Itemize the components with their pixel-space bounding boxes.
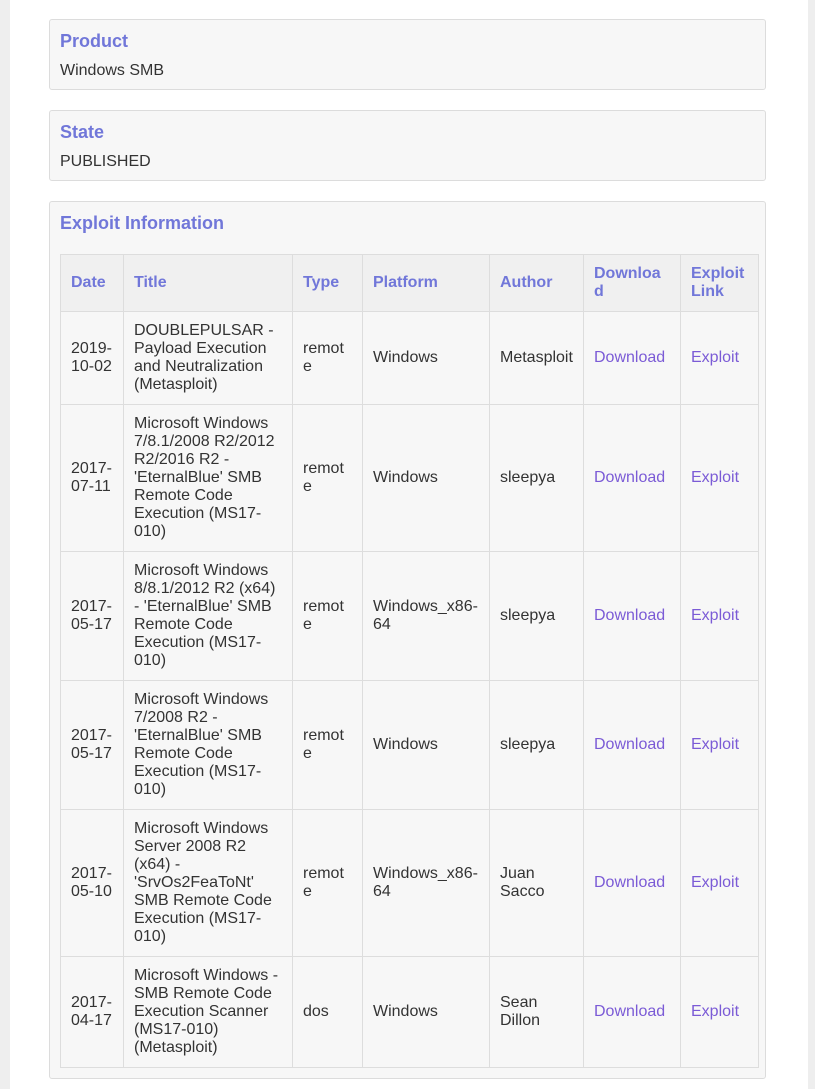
table-row: 2017-05-17 Microsoft Windows 7/2008 R2 -… — [60, 680, 759, 810]
cell-exploit-link: Exploit — [680, 680, 759, 810]
cell-date: 2017-05-17 — [60, 551, 124, 681]
cell-download: Download — [583, 551, 681, 681]
cell-author: Metasploit — [489, 311, 584, 405]
cell-platform: Windows_x86-64 — [362, 809, 490, 957]
column-header-author: Author — [489, 254, 584, 312]
cell-exploit-link: Exploit — [680, 809, 759, 957]
download-link[interactable]: Download — [594, 469, 665, 486]
cell-exploit-link: Exploit — [680, 956, 759, 1068]
exploit-table: Date Title Type Platform Author Download… — [60, 254, 759, 1068]
column-header-date: Date — [60, 254, 124, 312]
cell-type: dos — [292, 956, 363, 1068]
page: Product Windows SMB State PUBLISHED Expl… — [10, 0, 808, 1089]
download-link[interactable]: Download — [594, 349, 665, 366]
download-link[interactable]: Download — [594, 1003, 665, 1020]
cell-date: 2017-04-17 — [60, 956, 124, 1068]
cell-date: 2019-10-02 — [60, 311, 124, 405]
exploit-link[interactable]: Exploit — [691, 349, 739, 366]
cell-author: Sean Dillon — [489, 956, 584, 1068]
cell-type: remote — [292, 551, 363, 681]
table-row: 2017-07-11 Microsoft Windows 7/8.1/2008 … — [60, 404, 759, 552]
column-header-title: Title — [123, 254, 293, 312]
exploit-link[interactable]: Exploit — [691, 607, 739, 624]
cell-platform: Windows — [362, 311, 490, 405]
cell-download: Download — [583, 809, 681, 957]
cell-download: Download — [583, 404, 681, 552]
table-row: 2017-05-17 Microsoft Windows 8/8.1/2012 … — [60, 551, 759, 681]
state-heading: State — [60, 122, 105, 142]
exploit-link[interactable]: Exploit — [691, 736, 739, 753]
cell-type: remote — [292, 680, 363, 810]
cell-exploit-link: Exploit — [680, 311, 759, 405]
cell-download: Download — [583, 311, 681, 405]
table-row: 2017-05-10 Microsoft Windows Server 2008… — [60, 809, 759, 957]
cell-type: remote — [292, 809, 363, 957]
cell-platform: Windows — [362, 404, 490, 552]
download-link[interactable]: Download — [594, 607, 665, 624]
cell-platform: Windows — [362, 680, 490, 810]
exploit-link[interactable]: Exploit — [691, 1003, 739, 1020]
table-row: 2019-10-02 DOUBLEPULSAR - Payload Execut… — [60, 311, 759, 405]
column-header-download: Download — [583, 254, 681, 312]
cell-exploit-link: Exploit — [680, 551, 759, 681]
column-header-platform: Platform — [362, 254, 490, 312]
cell-author: Juan Sacco — [489, 809, 584, 957]
product-heading: Product — [60, 31, 129, 51]
cell-download: Download — [583, 680, 681, 810]
cell-download: Download — [583, 956, 681, 1068]
cell-date: 2017-05-10 — [60, 809, 124, 957]
table-header-row: Date Title Type Platform Author Download… — [60, 254, 759, 312]
column-header-type: Type — [292, 254, 363, 312]
cell-exploit-link: Exploit — [680, 404, 759, 552]
cell-platform: Windows — [362, 956, 490, 1068]
cell-type: remote — [292, 404, 363, 552]
cell-date: 2017-05-17 — [60, 680, 124, 810]
table-row: 2017-04-17 Microsoft Windows - SMB Remot… — [60, 956, 759, 1068]
state-value: PUBLISHED — [60, 153, 151, 170]
cell-title: Microsoft Windows - SMB Remote Code Exec… — [123, 956, 293, 1068]
exploit-information-heading: Exploit Information — [60, 213, 224, 233]
cell-platform: Windows_x86-64 — [362, 551, 490, 681]
exploit-link[interactable]: Exploit — [691, 874, 739, 891]
cell-title: Microsoft Windows 7/8.1/2008 R2/2012 R2/… — [123, 404, 293, 552]
product-card: Product Windows SMB — [49, 19, 766, 90]
cell-author: sleepya — [489, 404, 584, 552]
cell-title: Microsoft Windows 8/8.1/2012 R2 (x64) - … — [123, 551, 293, 681]
download-link[interactable]: Download — [594, 736, 665, 753]
cell-author: sleepya — [489, 680, 584, 810]
exploit-link[interactable]: Exploit — [691, 469, 739, 486]
state-card: State PUBLISHED — [49, 110, 766, 181]
cell-type: remote — [292, 311, 363, 405]
cell-title: Microsoft Windows Server 2008 R2 (x64) -… — [123, 809, 293, 957]
column-header-exploit-link: Exploit Link — [680, 254, 759, 312]
cell-title: Microsoft Windows 7/2008 R2 - 'EternalBl… — [123, 680, 293, 810]
cell-date: 2017-07-11 — [60, 404, 124, 552]
cell-title: DOUBLEPULSAR - Payload Execution and Neu… — [123, 311, 293, 405]
cell-author: sleepya — [489, 551, 584, 681]
exploit-information-card: Exploit Information Date Title Type Plat… — [49, 201, 766, 1079]
download-link[interactable]: Download — [594, 874, 665, 891]
product-value: Windows SMB — [60, 62, 165, 79]
